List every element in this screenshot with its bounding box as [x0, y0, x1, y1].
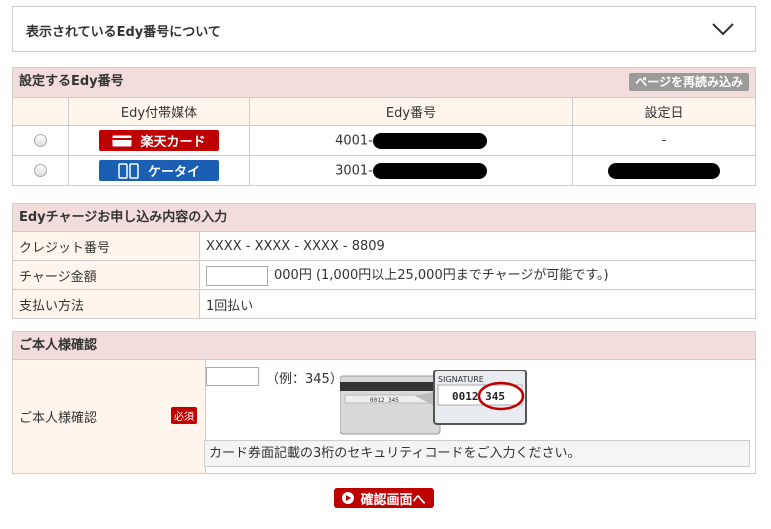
credit-number-label: クレジット番号 [12, 231, 200, 261]
column-header-edy-number: Edy番号 [249, 97, 573, 126]
identity-label: ご本人様確認 [19, 411, 98, 426]
redacted-set-date [608, 162, 720, 179]
charge-input-table: クレジット番号 XXXX - XXXX - XXXX - 8809 チャージ金額… [12, 231, 756, 319]
play-icon [342, 492, 355, 504]
table-header-row: Edy付帯媒体 Edy番号 設定日 [12, 97, 756, 126]
rakuten-card-badge: 楽天カード [99, 130, 219, 151]
payment-method-label: 支払い方法 [12, 289, 200, 319]
edy-number-prefix: 4001- [335, 133, 373, 148]
radio-mobile[interactable] [34, 164, 47, 177]
redacted-edy-number [372, 132, 487, 149]
mobile-badge: ケータイ [99, 160, 219, 181]
confirm-button-label: 確認画面へ [360, 492, 426, 508]
section-header-edy-number: 設定するEdy番号 ページを再読み込み [12, 67, 756, 98]
signature-label: SIGNATURE [438, 375, 484, 384]
table-row: 楽天カード 4001- - [12, 125, 756, 156]
section-header-charge-input: Edyチャージお申し込み内容の入力 [12, 203, 756, 232]
redacted-edy-number [372, 162, 487, 179]
confirm-screen-button[interactable]: 確認画面へ [334, 488, 434, 508]
section-title: Edyチャージお申し込み内容の入力 [19, 210, 228, 225]
section-header-identity: ご本人様確認 [12, 331, 756, 360]
security-code-card-illustration: 0012 345 SIGNATURE 0012 345 [340, 370, 527, 435]
mobile-phone-icon [118, 162, 139, 179]
charge-amount-label: チャージ金額 [12, 260, 200, 290]
reload-page-button[interactable]: ページを再読み込み [629, 73, 749, 91]
edy-number-info-accordion[interactable]: 表示されているEdy番号について [12, 6, 756, 52]
required-badge: 必須 [171, 407, 197, 424]
edy-number-table: Edy付帯媒体 Edy番号 設定日 楽天カード 4001- - ケータイ 300… [12, 97, 756, 186]
payment-method-value: 1回払い [199, 289, 756, 319]
table-row: チャージ金額 000円 (1,000円以上25,000円までチャージが可能です。… [12, 260, 756, 290]
security-code-hint: カード券面記載の3桁のセキュリティコードをご入力ください。 [204, 440, 750, 467]
section-title: ご本人様確認 [19, 338, 98, 353]
media-label: ケータイ [147, 165, 200, 180]
edy-number-prefix: 3001- [335, 163, 373, 178]
column-header-set-date: 設定日 [572, 97, 756, 126]
chevron-down-icon[interactable] [711, 21, 735, 37]
charge-amount-input[interactable] [206, 265, 268, 286]
credit-number-value: XXXX - XXXX - XXXX - 8809 [199, 231, 756, 261]
table-row: 支払い方法 1回払い [12, 289, 756, 319]
table-row: クレジット番号 XXXX - XXXX - XXXX - 8809 [12, 231, 756, 261]
table-row: ケータイ 3001- [12, 155, 756, 186]
column-header-media: Edy付帯媒体 [68, 97, 250, 126]
security-code-input[interactable] [206, 367, 259, 386]
charge-amount-suffix: 000円 (1,000円以上25,000円までチャージが可能です。) [274, 268, 609, 284]
security-code-example: （例：345） [266, 372, 343, 387]
card-small-digits: 0012 345 [370, 397, 399, 404]
radio-rakuten-card[interactable] [34, 134, 47, 147]
set-date-cell: - [572, 125, 756, 156]
media-label: 楽天カード [140, 135, 206, 150]
credit-card-icon [112, 135, 133, 146]
accordion-title: 表示されているEdy番号について [26, 25, 221, 40]
section-title: 設定するEdy番号 [19, 74, 124, 89]
